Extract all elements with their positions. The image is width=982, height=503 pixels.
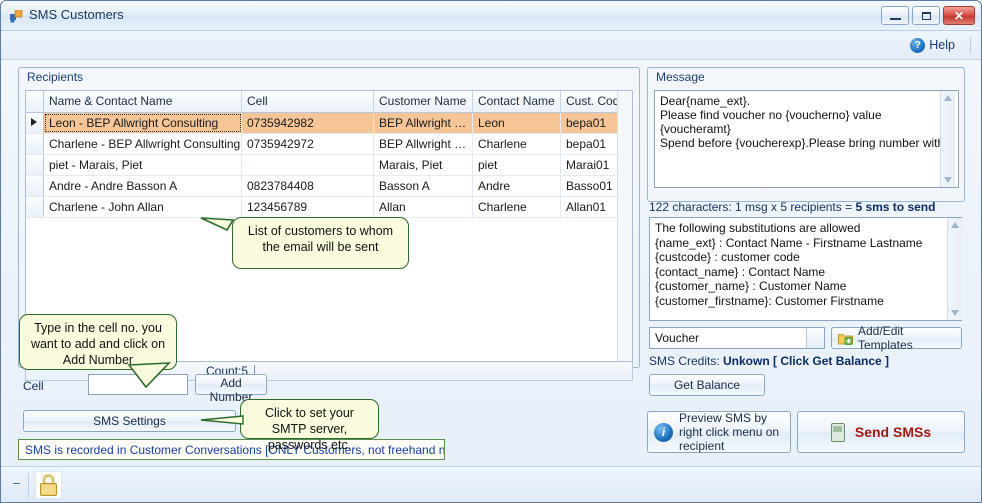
- info-circle-icon: i: [654, 422, 673, 442]
- chevron-down-icon[interactable]: [806, 328, 824, 348]
- message-textarea[interactable]: Dear{name_ext}. Please find voucher no {…: [654, 90, 959, 188]
- message-scrollbar[interactable]: [940, 91, 955, 187]
- add-edit-templates-label: Add/Edit Templates: [858, 324, 913, 352]
- substitutions-scrollbar[interactable]: [947, 218, 962, 320]
- row-selector[interactable]: [26, 176, 44, 196]
- row-selector[interactable]: [26, 113, 44, 133]
- callout-cell-tail: [127, 362, 171, 389]
- row-contact-name: Andre: [473, 176, 561, 196]
- callout-smtp-tail: [200, 415, 244, 425]
- maximize-icon: [921, 11, 931, 20]
- grid-header-contact-name[interactable]: Contact Name: [473, 91, 561, 112]
- row-selector[interactable]: [26, 134, 44, 154]
- help-button[interactable]: ? Help: [906, 35, 959, 55]
- help-label: Help: [929, 38, 955, 52]
- char-count-total: 5 sms to send: [855, 200, 936, 214]
- window-controls: ✕: [881, 6, 975, 25]
- scroll-down-icon[interactable]: [951, 310, 959, 316]
- get-balance-button[interactable]: Get Balance: [649, 374, 765, 396]
- row-cell: [242, 155, 374, 175]
- close-button[interactable]: ✕: [943, 6, 975, 25]
- row-cell: 0823784408: [242, 176, 374, 196]
- send-sms-button[interactable]: Send SMSs: [797, 411, 965, 453]
- char-count-status: 122 characters: 1 msg x 5 recipients = 5…: [649, 200, 935, 214]
- padlock-icon-container[interactable]: [35, 471, 62, 499]
- row-contact-name: Charlene: [473, 197, 561, 217]
- callout-list-tail: [200, 217, 235, 232]
- table-row[interactable]: piet - Marais, Piet Marais, Piet piet Ma…: [26, 155, 632, 176]
- substitutions-box[interactable]: The following substitutions are allowed …: [649, 217, 962, 321]
- folder-plus-icon: [838, 333, 853, 345]
- grid-vertical-scrollbar[interactable]: [617, 91, 632, 361]
- scroll-down-icon[interactable]: [944, 177, 952, 183]
- status-bar: [1, 466, 981, 502]
- send-sms-label: Send SMSs: [854, 424, 932, 440]
- grid-header-selector: [26, 91, 44, 112]
- grid-header-cell[interactable]: Cell: [242, 91, 374, 112]
- row-selector[interactable]: [26, 197, 44, 217]
- sms-recorded-note: SMS is recorded in Customer Conversation…: [18, 439, 445, 460]
- char-count-prefix: 122 characters: 1 msg x 5 recipients =: [649, 200, 856, 214]
- sms-credits-status: SMS Credits: Unkown [ Click Get Balance …: [649, 354, 889, 368]
- help-divider: [970, 37, 971, 53]
- template-selected-value: Voucher: [655, 331, 700, 345]
- template-select[interactable]: Voucher: [649, 327, 825, 349]
- recipients-legend: Recipients: [27, 70, 84, 84]
- row-arrow-icon: [31, 118, 37, 126]
- mobile-phone-icon: [830, 422, 845, 442]
- sms-customers-window: SMS Customers ✕ ? Help Recipients Name &…: [0, 0, 982, 503]
- table-row[interactable]: Andre - Andre Basson A 0823784408 Basson…: [26, 176, 632, 197]
- preview-sms-label: Preview SMS by right click menu on recip…: [679, 411, 780, 453]
- row-customer-name: BEP Allwright Co...: [374, 134, 473, 154]
- callout-smtp-settings: Click to set your SMTP server, passwords…: [240, 399, 379, 452]
- row-customer-name: Allan: [374, 197, 473, 217]
- add-number-button[interactable]: Add Number: [195, 374, 267, 404]
- grid-header-customer-name[interactable]: Customer Name: [374, 91, 473, 112]
- message-group: Message Dear{name_ext}. Please find vouc…: [647, 67, 965, 202]
- callout-recipient-list: List of customers to whom the email will…: [232, 217, 409, 269]
- table-row[interactable]: Leon - BEP Allwright Consulting 07359429…: [26, 113, 632, 134]
- row-contact-name: piet: [473, 155, 561, 175]
- row-selector[interactable]: [26, 155, 44, 175]
- scroll-up-icon[interactable]: [951, 222, 959, 228]
- cell-label: Cell: [23, 379, 44, 393]
- row-customer-name: Marais, Piet: [374, 155, 473, 175]
- sms-credits-prefix: SMS Credits:: [649, 354, 724, 368]
- app-squares-icon: [10, 10, 23, 23]
- scroll-up-icon[interactable]: [944, 95, 952, 101]
- help-bar: ? Help: [1, 31, 981, 60]
- title-bar: SMS Customers ✕: [1, 1, 981, 31]
- add-edit-templates-button[interactable]: Add/Edit Templates: [831, 324, 962, 352]
- row-name: Leon - BEP Allwright Consulting: [44, 113, 242, 133]
- grid-header-name[interactable]: Name & Contact Name: [44, 91, 242, 112]
- padlock-icon: [40, 474, 57, 496]
- row-customer-name: Basson A: [374, 176, 473, 196]
- row-cell: 0735942982: [242, 113, 374, 133]
- minimize-button[interactable]: [881, 6, 909, 25]
- sms-credits-value: Unkown [ Click Get Balance ]: [723, 354, 890, 368]
- row-name: piet - Marais, Piet: [44, 155, 242, 175]
- row-name: Charlene - John Allan: [44, 197, 242, 217]
- row-cell: 0735942972: [242, 134, 374, 154]
- window-title: SMS Customers: [29, 7, 124, 22]
- status-bar-dash: [13, 483, 20, 484]
- row-customer-name: BEP Allwright Co...: [374, 113, 473, 133]
- row-name: Charlene - BEP Allwright Consulting: [44, 134, 242, 154]
- maximize-button[interactable]: [912, 6, 940, 25]
- minimize-icon: [889, 17, 901, 20]
- table-row[interactable]: Charlene - BEP Allwright Consulting 0735…: [26, 134, 632, 155]
- message-legend: Message: [656, 70, 705, 84]
- table-row[interactable]: Charlene - John Allan 123456789 Allan Ch…: [26, 197, 632, 218]
- row-contact-name: Charlene: [473, 134, 561, 154]
- preview-sms-button[interactable]: i Preview SMS by right click menu on rec…: [647, 411, 791, 453]
- row-name: Andre - Andre Basson A: [44, 176, 242, 196]
- row-contact-name: Leon: [473, 113, 561, 133]
- question-circle-icon: ?: [910, 37, 926, 53]
- grid-header-row: Name & Contact Name Cell Customer Name C…: [26, 91, 632, 113]
- status-bar-divider: [28, 473, 29, 497]
- row-cell: 123456789: [242, 197, 374, 217]
